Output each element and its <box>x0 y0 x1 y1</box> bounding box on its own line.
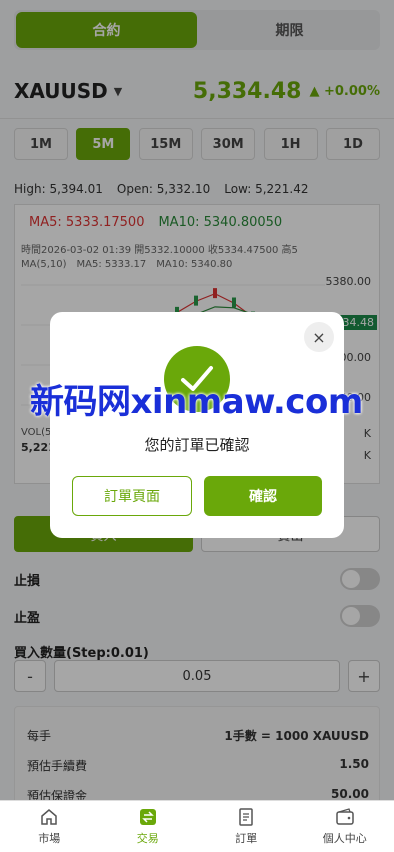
order-page-button[interactable]: 訂單頁面 <box>72 476 192 516</box>
document-icon <box>239 808 253 826</box>
exchange-icon <box>139 809 156 825</box>
confirm-message: 您的訂單已確認 <box>144 436 250 454</box>
nav-label: 訂單 <box>235 832 258 845</box>
nav-profile[interactable]: 個人中心 <box>296 801 394 852</box>
bottom-navigation: 市場 交易 訂單 個人中心 <box>0 800 394 852</box>
nav-label: 個人中心 <box>322 832 367 845</box>
close-icon[interactable]: × <box>304 322 334 352</box>
home-icon <box>41 809 57 825</box>
nav-label: 交易 <box>136 832 159 845</box>
confirm-button[interactable]: 確認 <box>204 476 322 516</box>
nav-trade[interactable]: 交易 <box>99 801 198 852</box>
nav-market[interactable]: 市場 <box>0 801 99 852</box>
wallet-icon <box>336 808 354 825</box>
order-confirmed-dialog: × 您的訂單已確認 訂單頁面 確認 <box>50 312 344 538</box>
watermark: 新码网xinmaw.com <box>30 382 363 422</box>
nav-label: 市場 <box>38 832 61 845</box>
nav-orders[interactable]: 訂單 <box>197 801 296 852</box>
